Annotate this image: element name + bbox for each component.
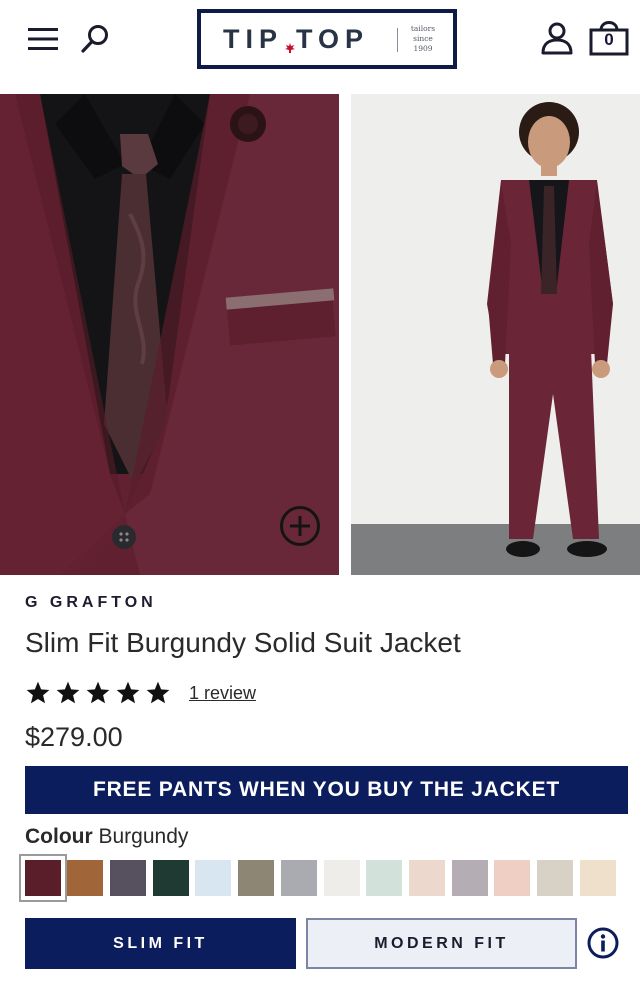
star-icon xyxy=(26,681,50,704)
product-title: Slim Fit Burgundy Solid Suit Jacket xyxy=(25,627,461,658)
colour-swatch[interactable] xyxy=(19,854,67,902)
modern-fit-button[interactable]: MODERN FIT xyxy=(306,918,577,969)
star-icon xyxy=(56,681,80,704)
slim-fit-button[interactable]: SLIM FIT xyxy=(25,918,296,969)
colour-swatch[interactable] xyxy=(452,860,488,896)
colour-swatch[interactable] xyxy=(537,860,573,896)
colour-swatch[interactable] xyxy=(195,860,231,896)
product-brand[interactable]: G GRAFTON xyxy=(25,594,157,612)
reviews-link[interactable]: 1 review xyxy=(189,683,256,704)
menu-icon[interactable] xyxy=(28,27,58,51)
logo-divider xyxy=(397,28,398,52)
colour-swatch[interactable] xyxy=(494,860,530,896)
product-closeup-image[interactable] xyxy=(0,94,339,575)
site-header: TIP TOP tailors since 1909 0 xyxy=(0,0,640,84)
logo-wordmark: TIP TOP xyxy=(223,23,370,54)
colour-swatches xyxy=(19,854,639,902)
colour-swatch[interactable] xyxy=(153,860,189,896)
colour-swatch[interactable] xyxy=(580,860,616,896)
model-illustration xyxy=(351,94,640,575)
colour-swatch[interactable] xyxy=(110,860,146,896)
logo-tagline: tailors since 1909 xyxy=(410,24,436,53)
colour-swatch[interactable] xyxy=(324,860,360,896)
colour-selector-label: Colour Burgundy xyxy=(25,825,188,849)
selected-colour-name: Burgundy xyxy=(98,825,189,848)
account-icon[interactable] xyxy=(540,21,574,55)
rating-stars[interactable] xyxy=(25,680,171,706)
star-icon xyxy=(86,681,110,704)
colour-swatch[interactable] xyxy=(409,860,445,896)
search-icon[interactable] xyxy=(80,24,110,54)
tiptop-logo[interactable]: TIP TOP tailors since 1909 xyxy=(197,9,457,69)
product-price: $279.00 xyxy=(25,722,123,752)
colour-swatch[interactable] xyxy=(238,860,274,896)
colour-label: Colour xyxy=(25,825,93,848)
product-full-model-image[interactable] xyxy=(351,94,640,575)
colour-swatch[interactable] xyxy=(366,860,402,896)
promo-banner[interactable]: FREE PANTS WHEN YOU BUY THE JACKET xyxy=(25,766,628,814)
info-icon[interactable] xyxy=(587,927,619,959)
closeup-illustration xyxy=(0,94,339,575)
star-icon xyxy=(146,681,170,704)
zoom-plus-icon[interactable] xyxy=(279,505,321,547)
colour-swatch[interactable] xyxy=(67,860,103,896)
colour-swatch[interactable] xyxy=(281,860,317,896)
star-icon xyxy=(116,681,140,704)
bag-count: 0 xyxy=(604,30,614,49)
maple-leaf-icon xyxy=(285,43,295,53)
